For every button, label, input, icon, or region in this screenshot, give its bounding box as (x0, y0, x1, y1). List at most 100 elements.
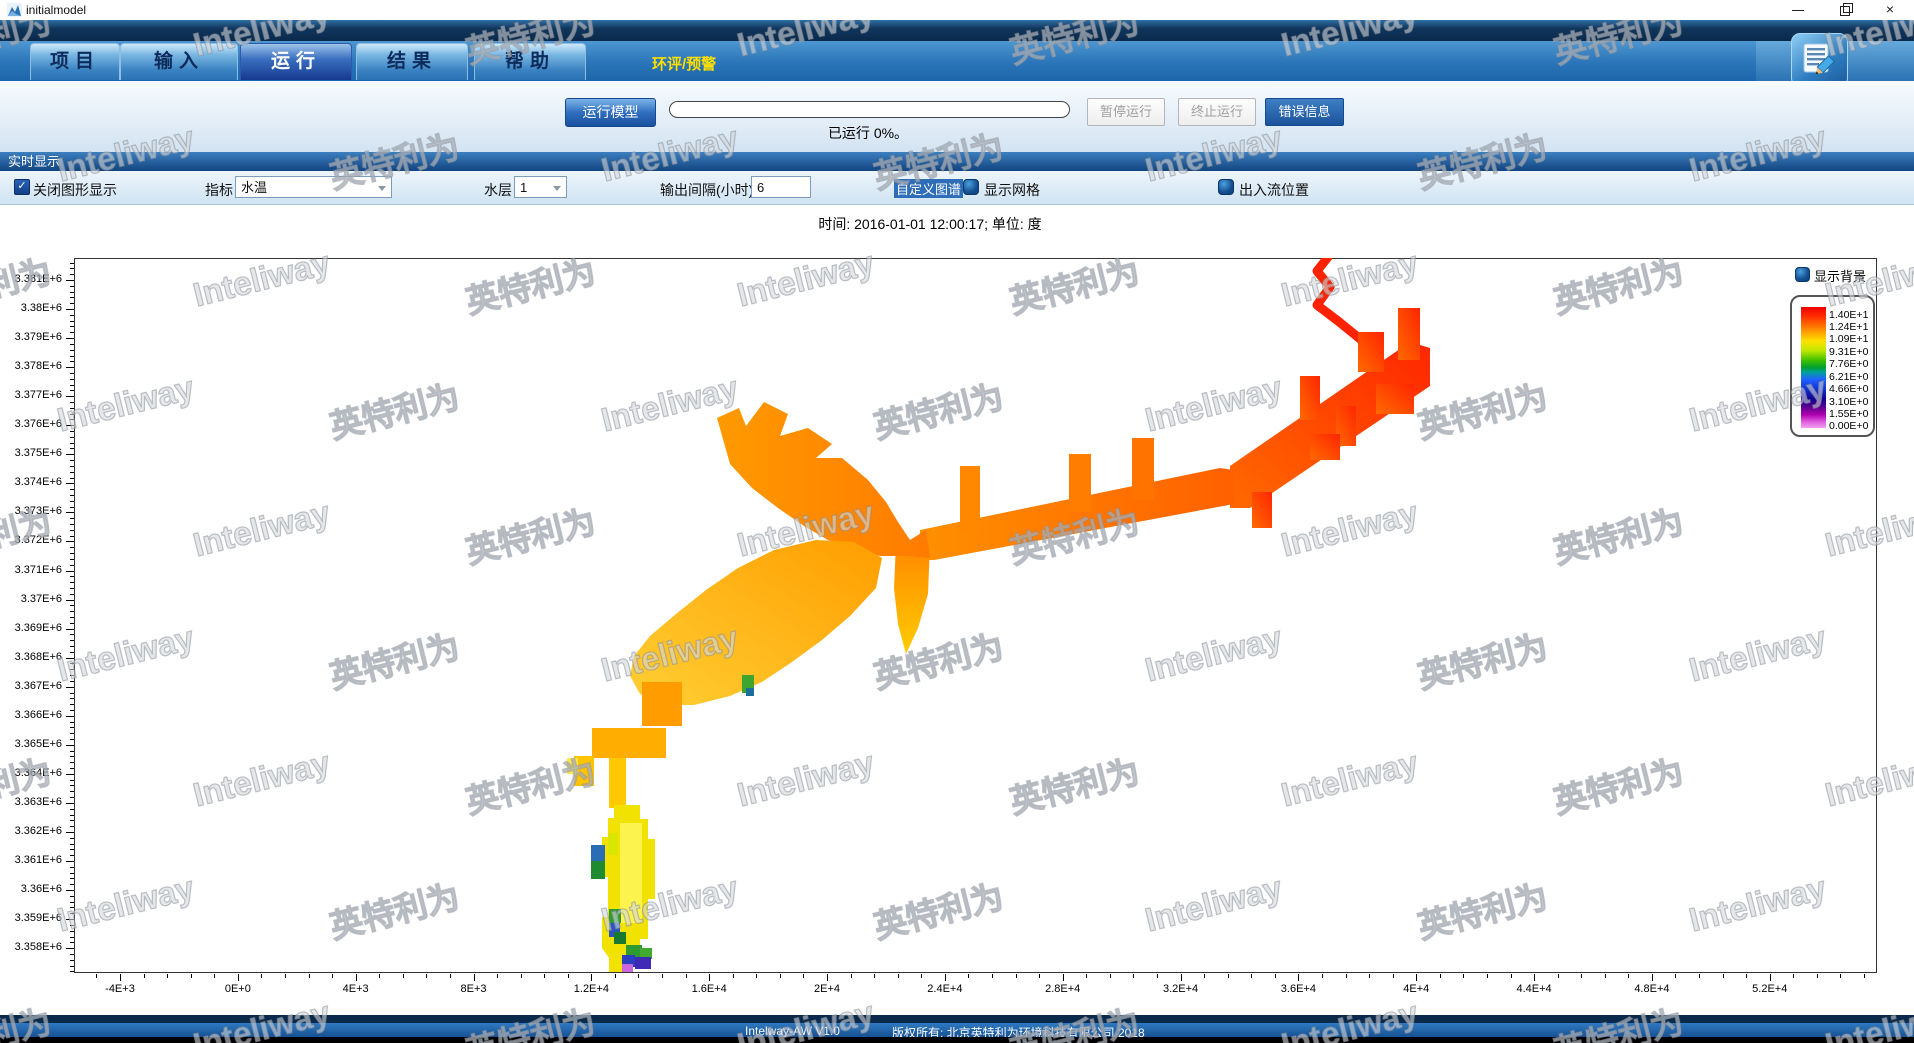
stop-run-button[interactable]: 终止运行 (1178, 98, 1256, 126)
x-tick-minor (1487, 974, 1488, 978)
y-tick-minor (70, 326, 74, 327)
y-tick-minor (70, 460, 74, 461)
y-tick-minor (70, 402, 74, 403)
legend-value: 1.40E+1 (1829, 309, 1868, 321)
speck-blue1 (591, 845, 605, 861)
x-tick-major (1063, 974, 1064, 981)
close-graph-checkbox[interactable]: ✓ (14, 179, 30, 195)
x-tick-major (709, 974, 710, 981)
mid-stub2 (1069, 454, 1091, 512)
x-tick-label: 3.2E+4 (1149, 983, 1213, 995)
y-tick-minor (70, 780, 74, 781)
pause-run-button[interactable]: 暂停运行 (1087, 98, 1165, 126)
tab-5[interactable]: 帮助 (474, 43, 586, 80)
app-icon (7, 3, 22, 17)
y-tick-minor (70, 588, 74, 589)
y-tick-minor (70, 960, 74, 961)
restore-button[interactable] (1823, 0, 1867, 20)
reach-ne-stub3 (1376, 384, 1414, 414)
y-tick-minor (70, 524, 74, 525)
y-tick-minor (70, 704, 74, 705)
time-caption: 时间: 2016-01-01 12:00:17; 单位: 度 (730, 214, 1130, 234)
x-tick-minor (1581, 974, 1582, 978)
x-tick-minor (662, 974, 663, 978)
y-tick-label: 3.362E+6 (2, 825, 62, 837)
tab-2[interactable]: 输入 (120, 43, 238, 80)
x-tick-major (1416, 974, 1417, 981)
y-tick-major (66, 454, 74, 455)
flow-position-checkbox[interactable] (1218, 179, 1234, 195)
y-tick-label: 3.363E+6 (2, 796, 62, 808)
custom-palette-link[interactable]: 自定义图谱 (894, 179, 963, 198)
y-tick-minor (70, 693, 74, 694)
interval-input[interactable] (751, 176, 811, 198)
y-tick-minor (70, 896, 74, 897)
x-tick-minor (1157, 974, 1158, 978)
y-tick-label: 3.37E+6 (2, 593, 62, 605)
y-tick-minor (70, 292, 74, 293)
y-tick-minor (70, 942, 74, 943)
tab-4[interactable]: 结果 (356, 43, 468, 80)
y-tick-minor (70, 443, 74, 444)
y-tick-minor (70, 297, 74, 298)
lake-teal-cell (746, 688, 754, 696)
menu-tabbar: 项目输入运行结果帮助 环评/预警 (0, 41, 1914, 81)
error-info-button[interactable]: 错误信息 (1265, 98, 1344, 126)
app-version: Intelway-AW V1.0 (745, 1024, 840, 1038)
x-tick-label: 4.8E+4 (1620, 983, 1684, 995)
x-tick-label: 4E+4 (1384, 983, 1448, 995)
x-tick-major (356, 974, 357, 981)
x-tick-major (1298, 974, 1299, 981)
y-tick-label: 3.377E+6 (2, 389, 62, 401)
y-tick-minor (70, 565, 74, 566)
show-background-checkbox[interactable] (1795, 267, 1810, 282)
tab-3[interactable]: 运行 (240, 43, 352, 80)
x-tick-minor (285, 974, 286, 978)
legend-value: 3.10E+0 (1829, 396, 1868, 408)
x-tick-minor (686, 974, 687, 978)
y-tick-minor (70, 966, 74, 967)
x-tick-minor (521, 974, 522, 978)
show-grid-checkbox[interactable] (963, 179, 979, 195)
y-tick-minor (70, 652, 74, 653)
minimize-button[interactable] (1776, 0, 1820, 20)
edit-notes-button[interactable] (1791, 33, 1848, 87)
legend-value: 1.24E+1 (1829, 321, 1868, 333)
x-tick-minor (1110, 974, 1111, 978)
y-tick-major (66, 832, 74, 833)
layer-select[interactable]: 1 (514, 176, 567, 198)
top-dark-strip (0, 20, 1914, 41)
indicator-select[interactable]: 水温 (235, 176, 392, 198)
y-tick-label: 3.364E+6 (2, 767, 62, 779)
y-tick-minor (70, 971, 74, 972)
y-tick-minor (70, 390, 74, 391)
x-tick-minor (1558, 974, 1559, 978)
run-model-button[interactable]: 运行模型 (565, 98, 656, 127)
y-tick-label: 3.371E+6 (2, 564, 62, 576)
y-tick-minor (70, 431, 74, 432)
y-tick-minor (70, 321, 74, 322)
x-tick-minor (851, 974, 852, 978)
y-tick-minor (70, 361, 74, 362)
x-tick-minor (568, 974, 569, 978)
y-tick-minor (70, 815, 74, 816)
y-tick-minor (70, 582, 74, 583)
y-tick-minor (70, 315, 74, 316)
y-tick-minor (70, 472, 74, 473)
tab-1[interactable]: 项目 (30, 43, 120, 80)
y-tick-minor (70, 489, 74, 490)
tab-env-warning[interactable]: 环评/预警 (652, 53, 716, 74)
x-tick-major (591, 974, 592, 981)
x-tick-minor (921, 974, 922, 978)
y-tick-major (66, 425, 74, 426)
x-tick-label: 8E+3 (442, 983, 506, 995)
close-button[interactable]: × (1868, 0, 1912, 20)
y-tick-minor (70, 594, 74, 595)
y-tick-major (66, 396, 74, 397)
chevron-down-icon (378, 186, 386, 191)
x-tick-label: 4E+3 (324, 983, 388, 995)
y-tick-major (66, 600, 74, 601)
x-tick-minor (1393, 974, 1394, 978)
y-tick-major (66, 948, 74, 949)
y-tick-minor (70, 559, 74, 560)
